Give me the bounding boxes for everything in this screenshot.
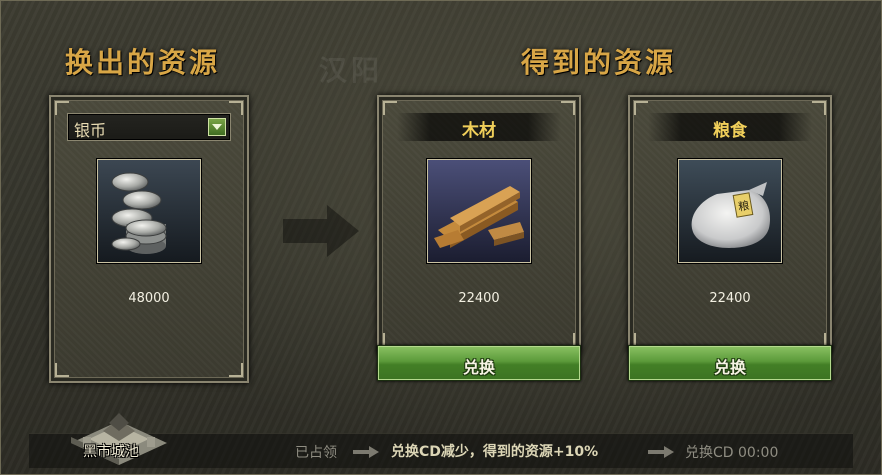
arrow-right-icon — [283, 205, 359, 257]
outgoing-resource-card: 银币 48000 — [49, 95, 249, 383]
resource-name-band: 木材 — [397, 113, 561, 141]
resource-name-band: 粮食 — [648, 113, 812, 141]
resource-name-wood: 木材 — [462, 121, 496, 141]
resource-name-food: 粮食 — [713, 121, 747, 141]
arrow-right-icon — [353, 446, 379, 458]
outgoing-resource-title: 换出的资源 — [65, 46, 221, 79]
wood-planks-icon — [427, 159, 531, 263]
exchange-food-button[interactable]: 兑换 — [628, 345, 832, 381]
chevron-down-icon[interactable] — [208, 118, 226, 136]
selected-resource-label: 银币 — [74, 121, 107, 140]
resource-select-dropdown[interactable]: 银币 — [67, 113, 231, 141]
status-cooldown: 兑换CD 00:00 — [685, 445, 779, 461]
status-bonus: 兑换CD减少，得到的资源+10% — [391, 444, 599, 460]
exchange-wood-button[interactable]: 兑换 — [377, 345, 581, 381]
food-amount: 22400 — [709, 291, 751, 306]
exchange-button-label: 兑换 — [713, 358, 746, 377]
grain-sack-icon: 粮 — [678, 159, 782, 263]
target-resource-card-food: 粮食 粮 22400 — [628, 95, 832, 353]
outgoing-amount: 48000 — [128, 291, 170, 306]
target-resource-card-wood: 木材 22400 — [377, 95, 581, 353]
received-resource-title: 得到的资源 — [521, 46, 677, 79]
arrow-right-icon — [648, 446, 674, 458]
silver-coins-icon — [97, 159, 201, 263]
city-name: 黑市城池 — [83, 444, 139, 460]
exchange-button-label: 兑换 — [462, 358, 495, 377]
exchange-panel: 汉阳 换出的资源 得到的资源 银币 48000 木材 22400 粮食 粮 22… — [0, 0, 882, 475]
background-watermark: 汉阳 — [319, 54, 384, 87]
wood-amount: 22400 — [458, 291, 500, 306]
status-occupied: 已占领 — [295, 445, 337, 461]
